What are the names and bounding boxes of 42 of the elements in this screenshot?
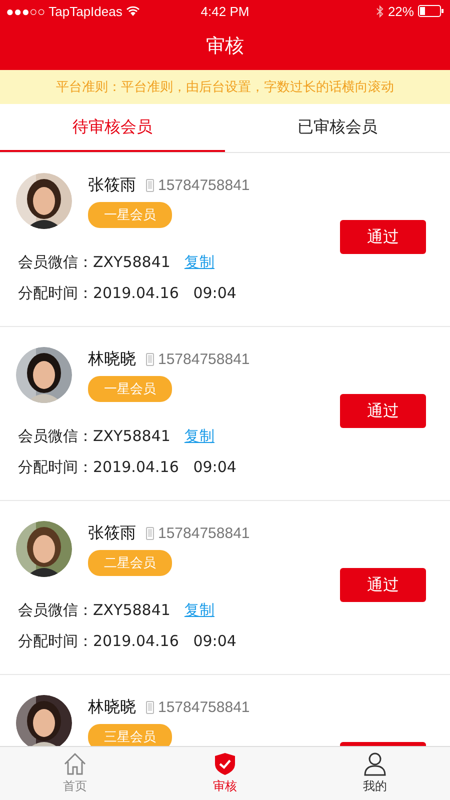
- shield-check-icon: [214, 752, 236, 776]
- notice-banner: 平台准则：平台准则，由后台设置，字数过长的话横向滚动: [0, 70, 450, 104]
- wechat-id: 会员微信：ZXY58841: [18, 427, 170, 446]
- approve-button[interactable]: 通过: [340, 220, 426, 254]
- wifi-icon: [126, 6, 140, 16]
- user-icon: [364, 752, 386, 776]
- phone-icon: [146, 353, 154, 366]
- member-name: 张筱雨: [88, 523, 136, 544]
- member-level-badge: 二星会员: [88, 550, 172, 576]
- approve-button[interactable]: 通过: [340, 394, 426, 428]
- bluetooth-icon: [376, 4, 384, 18]
- assigned-time: 分配时间：2019.04.16 09:04: [18, 458, 236, 477]
- phone-icon: [146, 179, 154, 192]
- nav-tab[interactable]: 我的: [300, 747, 450, 800]
- member-level-badge: 一星会员: [88, 376, 172, 402]
- member-level-badge: 三星会员: [88, 724, 172, 746]
- assigned-time: 分配时间：2019.04.16 09:04: [18, 632, 236, 651]
- status-time: 4:42 PM: [200, 4, 250, 18]
- nav-tab[interactable]: 首页: [0, 747, 150, 800]
- phone-number: 15784758841: [158, 177, 250, 194]
- approve-button[interactable]: 通过: [340, 568, 426, 602]
- carrier-text: ●●●○○ TapTapIdeas: [6, 4, 122, 18]
- copy-link[interactable]: 复制: [184, 601, 214, 620]
- copy-link[interactable]: 复制: [184, 427, 214, 446]
- copy-link[interactable]: 复制: [184, 253, 214, 272]
- member-name: 林晓晓: [88, 349, 136, 370]
- wechat-id: 会员微信：ZXY58841: [18, 253, 170, 272]
- phone-icon: [146, 701, 154, 714]
- phone-number: 15784758841: [158, 699, 250, 716]
- phone-icon: [146, 527, 154, 540]
- battery-percent: 22%: [388, 4, 414, 18]
- battery-icon: [418, 5, 444, 17]
- member-name: 张筱雨: [88, 175, 136, 196]
- home-icon: [63, 752, 87, 776]
- assigned-time: 分配时间：2019.04.16 09:04: [18, 284, 236, 303]
- member-name: 林晓晓: [88, 697, 136, 718]
- member-level-badge: 一星会员: [88, 202, 172, 228]
- phone-number: 15784758841: [158, 351, 250, 368]
- wechat-id: 会员微信：ZXY58841: [18, 601, 170, 620]
- nav-tab[interactable]: 审核: [150, 747, 300, 800]
- phone-number: 15784758841: [158, 525, 250, 542]
- page-title: 审核: [206, 34, 244, 59]
